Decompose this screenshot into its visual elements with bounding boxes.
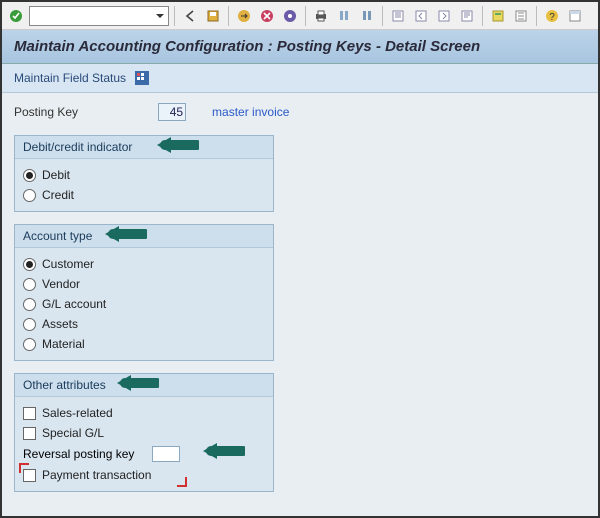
radio-debit-label: Debit (42, 168, 70, 182)
radio-customer-label: Customer (42, 257, 94, 271)
radio-icon (23, 338, 36, 351)
radio-assets[interactable]: Assets (23, 314, 265, 334)
checkbox-icon (23, 427, 36, 440)
radio-vendor[interactable]: Vendor (23, 274, 265, 294)
check-special-label: Special G/L (42, 426, 104, 440)
group-debit-credit-title: Debit/credit indicator (15, 136, 273, 159)
radio-gl-account-label: G/L account (42, 297, 106, 311)
check-payment-transaction[interactable]: Payment transaction (23, 465, 233, 485)
page-title: Maintain Accounting Configuration : Post… (2, 30, 598, 64)
reversal-posting-key-row: Reversal posting key (23, 443, 265, 465)
goto-icon[interactable] (280, 6, 300, 26)
group-other-attributes: Other attributes Sales-related Special G… (14, 373, 274, 492)
annotation-arrow-icon (155, 134, 195, 154)
group-account-type-title-text: Account type (23, 229, 92, 243)
help-icon[interactable]: ? (542, 6, 562, 26)
group-account-type-title: Account type (15, 225, 273, 248)
shortcut-icon[interactable] (511, 6, 531, 26)
layout-icon[interactable] (565, 6, 585, 26)
first-page-icon[interactable] (388, 6, 408, 26)
reversal-posting-key-input[interactable] (152, 446, 180, 462)
exit-icon[interactable] (234, 6, 254, 26)
group-other-title: Other attributes (15, 374, 273, 397)
prev-page-icon[interactable] (411, 6, 431, 26)
posting-key-value[interactable]: 45 (158, 103, 186, 121)
annotation-arrow-icon (103, 223, 143, 243)
radio-vendor-label: Vendor (42, 277, 80, 291)
maintain-field-status-link[interactable]: Maintain Field Status (14, 71, 126, 85)
find-next-icon[interactable] (357, 6, 377, 26)
check-sales-related[interactable]: Sales-related (23, 403, 265, 423)
radio-customer[interactable]: Customer (23, 254, 265, 274)
command-combo[interactable] (29, 6, 169, 26)
radio-material[interactable]: Material (23, 334, 265, 354)
posting-key-row: Posting Key 45 master invoice (2, 93, 598, 135)
radio-icon (23, 258, 36, 271)
save-icon[interactable] (203, 6, 223, 26)
radio-material-label: Material (42, 337, 85, 351)
checkbox-icon (23, 469, 36, 482)
posting-key-label: Posting Key (14, 105, 78, 119)
toolbar: ? (2, 2, 598, 30)
check-sales-label: Sales-related (42, 406, 113, 420)
annotation-arrow-icon (201, 440, 241, 460)
group-debit-credit-title-text: Debit/credit indicator (23, 140, 132, 154)
radio-debit[interactable]: Debit (23, 165, 265, 185)
cancel-icon[interactable] (257, 6, 277, 26)
radio-icon (23, 169, 36, 182)
svg-text:?: ? (549, 12, 555, 23)
reversal-label: Reversal posting key (23, 447, 134, 461)
field-status-grid-icon[interactable] (134, 70, 150, 86)
radio-credit[interactable]: Credit (23, 185, 265, 205)
create-session-icon[interactable] (488, 6, 508, 26)
radio-icon (23, 318, 36, 331)
radio-credit-label: Credit (42, 188, 74, 202)
back-icon[interactable] (180, 6, 200, 26)
last-page-icon[interactable] (457, 6, 477, 26)
checkbox-icon (23, 407, 36, 420)
next-page-icon[interactable] (434, 6, 454, 26)
radio-assets-label: Assets (42, 317, 78, 331)
group-other-title-text: Other attributes (23, 378, 106, 392)
print-icon[interactable] (311, 6, 331, 26)
check-payment-label: Payment transaction (42, 468, 151, 482)
radio-icon (23, 189, 36, 202)
main-area: Debit/credit indicator Debit Credit Acco… (2, 135, 598, 516)
annotation-arrow-icon (115, 372, 155, 392)
group-debit-credit: Debit/credit indicator Debit Credit (14, 135, 274, 212)
radio-gl-account[interactable]: G/L account (23, 294, 265, 314)
find-icon[interactable] (334, 6, 354, 26)
sub-toolbar: Maintain Field Status (2, 64, 598, 93)
ok-icon[interactable] (6, 6, 26, 26)
posting-key-desc: master invoice (212, 105, 289, 119)
radio-icon (23, 278, 36, 291)
radio-icon (23, 298, 36, 311)
group-account-type: Account type Customer Vendor G/L account… (14, 224, 274, 361)
